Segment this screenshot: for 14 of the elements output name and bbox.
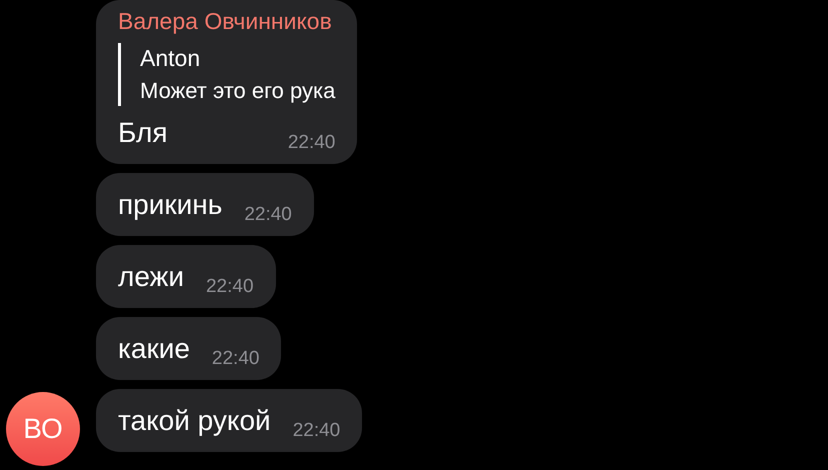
message-time: 22:40 [288, 132, 336, 154]
message-time: 22:40 [244, 204, 292, 226]
message-time: 22:40 [292, 420, 340, 442]
message-text: лежи [118, 260, 184, 294]
reply-author: Anton [140, 45, 202, 72]
reply-text: Может это его рука [140, 78, 336, 104]
message-text: какие [118, 332, 190, 366]
reply-quote[interactable]: Anton Может это его рука [118, 43, 336, 106]
message-text: Бля [118, 116, 168, 150]
message-text: такой рукой [118, 404, 271, 438]
message-time: 22:40 [206, 276, 254, 298]
message-time: 22:40 [212, 348, 260, 370]
message-text: прикинь [118, 188, 222, 222]
sender-name: Валера Овчинников [118, 8, 333, 35]
